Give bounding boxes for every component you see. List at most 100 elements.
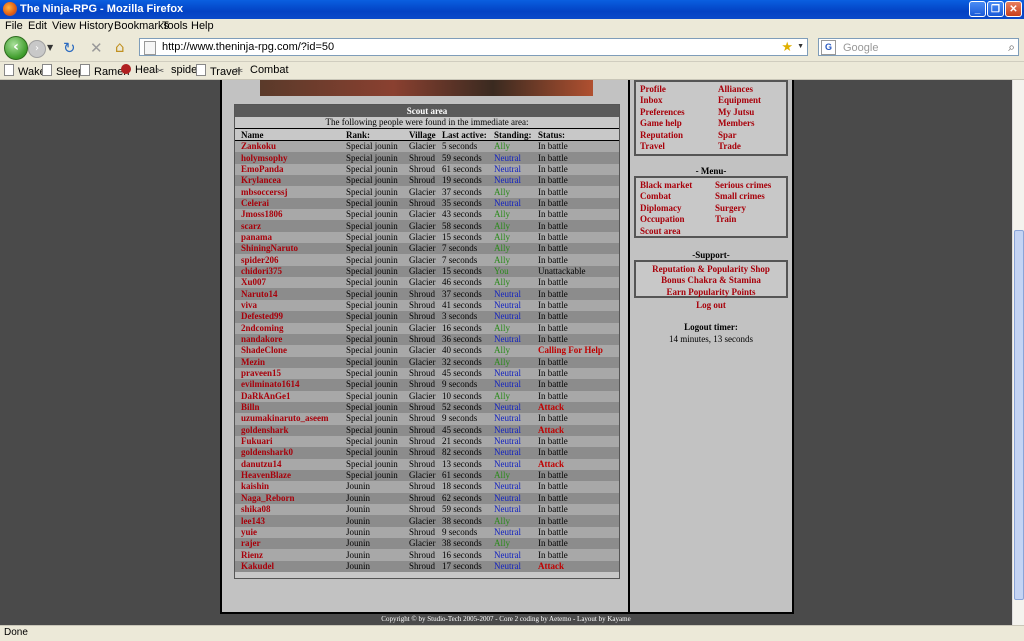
forward-button[interactable]: › bbox=[28, 40, 46, 58]
player-name[interactable]: Kakudel bbox=[235, 560, 340, 573]
menu-edit[interactable]: Edit bbox=[28, 20, 47, 32]
status-cell[interactable]: Calling For Help bbox=[532, 345, 619, 357]
menu-link-preferences[interactable]: Preferences bbox=[640, 107, 685, 118]
player-name[interactable]: praveen15 bbox=[235, 367, 340, 380]
bookmark-combat[interactable]: ✂ Combat bbox=[235, 64, 289, 77]
menu-link-my-jutsu[interactable]: My Jutsu bbox=[718, 107, 761, 118]
menu-history[interactable]: History bbox=[79, 20, 113, 32]
maximize-button[interactable]: ❐ bbox=[987, 1, 1004, 17]
stop-icon[interactable]: ✕ bbox=[90, 39, 103, 57]
player-name[interactable]: kaishin bbox=[235, 481, 340, 493]
player-name[interactable]: rajer bbox=[235, 538, 340, 550]
player-name[interactable]: Mezin bbox=[235, 356, 340, 368]
player-name[interactable]: spider206 bbox=[235, 254, 340, 266]
close-button[interactable]: ✕ bbox=[1005, 1, 1022, 17]
status-cell[interactable]: Attack bbox=[532, 560, 619, 573]
history-dropdown-icon[interactable]: ▼ bbox=[47, 43, 53, 52]
player-name[interactable]: EmoPanda bbox=[235, 163, 340, 176]
player-name[interactable]: goldenshark bbox=[235, 424, 340, 436]
support-link-earn-points[interactable]: Earn Popularity Points bbox=[636, 287, 786, 298]
support-link-reputation-shop[interactable]: Reputation & Popularity Shop bbox=[636, 264, 786, 275]
reload-icon[interactable]: ↻ bbox=[63, 39, 76, 57]
player-name[interactable]: nandakore bbox=[235, 333, 340, 346]
status-cell[interactable]: Attack bbox=[532, 458, 619, 470]
menu-view[interactable]: View bbox=[52, 20, 76, 32]
player-name[interactable]: Naga_Reborn bbox=[235, 492, 340, 504]
bookmark-spider[interactable]: ✂ spider bbox=[156, 64, 201, 77]
player-name[interactable]: mbsoccerssj bbox=[235, 186, 340, 198]
home-icon[interactable]: ⌂ bbox=[115, 38, 125, 56]
menu-link-small-crimes[interactable]: Small crimes bbox=[715, 191, 771, 202]
url-text[interactable]: http://www.theninja-rpg.com/?id=50 bbox=[162, 41, 334, 53]
menu-link-alliances[interactable]: Alliances bbox=[718, 84, 761, 95]
player-name[interactable]: Rienz bbox=[235, 549, 340, 561]
bookmark-heal[interactable]: Heal bbox=[121, 64, 158, 76]
bookmark-wake[interactable]: Wake bbox=[4, 64, 46, 78]
player-name[interactable]: viva bbox=[235, 299, 340, 312]
menu-file[interactable]: File bbox=[5, 20, 23, 32]
menu-link-profile[interactable]: Profile bbox=[640, 84, 685, 95]
menu-link-surgery[interactable]: Surgery bbox=[715, 203, 771, 214]
vertical-scrollbar[interactable] bbox=[1012, 80, 1024, 625]
google-icon[interactable]: G bbox=[821, 40, 836, 55]
search-icon[interactable]: ⌕ bbox=[1008, 40, 1015, 55]
menu-link-trade[interactable]: Trade bbox=[718, 141, 761, 152]
menu-link-reputation[interactable]: Reputation bbox=[640, 130, 685, 141]
player-name[interactable]: Naruto14 bbox=[235, 288, 340, 300]
status-cell[interactable]: Attack bbox=[532, 424, 619, 436]
support-link-bonus-chakra[interactable]: Bonus Chakra & Stamina bbox=[636, 275, 786, 286]
menu-link-game-help[interactable]: Game help bbox=[640, 118, 685, 129]
menu-link-members[interactable]: Members bbox=[718, 118, 761, 129]
player-name[interactable]: chidori375 bbox=[235, 265, 340, 278]
url-dropdown-icon[interactable]: ▼ bbox=[797, 43, 804, 50]
player-name[interactable]: Billn bbox=[235, 401, 340, 414]
bookmark-sleep[interactable]: Sleep bbox=[42, 64, 84, 78]
player-name[interactable]: evilminato1614 bbox=[235, 379, 340, 391]
menu-help[interactable]: Help bbox=[191, 20, 214, 32]
scrollbar-thumb[interactable] bbox=[1014, 230, 1024, 600]
menu-link-train[interactable]: Train bbox=[715, 214, 771, 225]
menu-link-black-market[interactable]: Black market bbox=[640, 180, 692, 191]
player-name[interactable]: goldenshark0 bbox=[235, 447, 340, 459]
search-box[interactable]: G Google ⌕ bbox=[818, 38, 1019, 56]
player-name[interactable]: Krylancea bbox=[235, 175, 340, 187]
search-placeholder[interactable]: Google bbox=[843, 42, 878, 54]
player-name[interactable]: panama bbox=[235, 231, 340, 244]
menu-link-scout-area[interactable]: Scout area bbox=[640, 226, 692, 237]
player-name[interactable]: scarz bbox=[235, 220, 340, 232]
player-name[interactable]: Xu007 bbox=[235, 277, 340, 289]
back-button[interactable]: ‹ bbox=[4, 36, 28, 60]
logout-link[interactable]: Log out bbox=[634, 300, 788, 310]
player-name[interactable]: Fukuari bbox=[235, 435, 340, 448]
player-name[interactable]: yuie bbox=[235, 526, 340, 539]
menu-tools[interactable]: Tools bbox=[162, 20, 188, 32]
player-name[interactable]: Jmoss1806 bbox=[235, 209, 340, 221]
menu-link-travel[interactable]: Travel bbox=[640, 141, 685, 152]
player-name[interactable]: HeavenBlaze bbox=[235, 469, 340, 482]
player-name[interactable]: lee143 bbox=[235, 515, 340, 527]
player-name[interactable]: uzumakinaruto_aseem bbox=[235, 413, 340, 425]
player-name[interactable]: DaRkAnGe1 bbox=[235, 390, 340, 402]
player-name[interactable]: Defested99 bbox=[235, 311, 340, 323]
player-name[interactable]: danutzu14 bbox=[235, 458, 340, 470]
menu-link-equipment[interactable]: Equipment bbox=[718, 95, 761, 106]
player-name[interactable]: shika08 bbox=[235, 504, 340, 516]
menu-link-diplomacy[interactable]: Diplomacy bbox=[640, 203, 692, 214]
menu-link-serious-crimes[interactable]: Serious crimes bbox=[715, 180, 771, 191]
player-name[interactable]: Celerai bbox=[235, 197, 340, 210]
player-name[interactable]: holymsophy bbox=[235, 152, 340, 164]
url-bar[interactable]: http://www.theninja-rpg.com/?id=50 ★ ▼ bbox=[139, 38, 808, 56]
menu-bookmarks[interactable]: Bookmarks bbox=[114, 20, 169, 32]
menu-link-combat[interactable]: Combat bbox=[640, 191, 692, 202]
player-name[interactable]: Zankoku bbox=[235, 140, 340, 153]
player-name[interactable]: ShiningNaruto bbox=[235, 243, 340, 255]
player-name[interactable]: 2ndcoming bbox=[235, 322, 340, 334]
menu-link-spar[interactable]: Spar bbox=[718, 130, 761, 141]
menu-link-occupation[interactable]: Occupation bbox=[640, 214, 692, 225]
menu-link-inbox[interactable]: Inbox bbox=[640, 95, 685, 106]
status-cell[interactable]: Attack bbox=[532, 401, 619, 414]
bookmark-star-icon[interactable]: ★ bbox=[781, 39, 793, 55]
bookmark-travel[interactable]: Travel bbox=[196, 64, 240, 78]
minimize-button[interactable]: _ bbox=[969, 1, 986, 17]
player-name[interactable]: ShadeClone bbox=[235, 345, 340, 357]
